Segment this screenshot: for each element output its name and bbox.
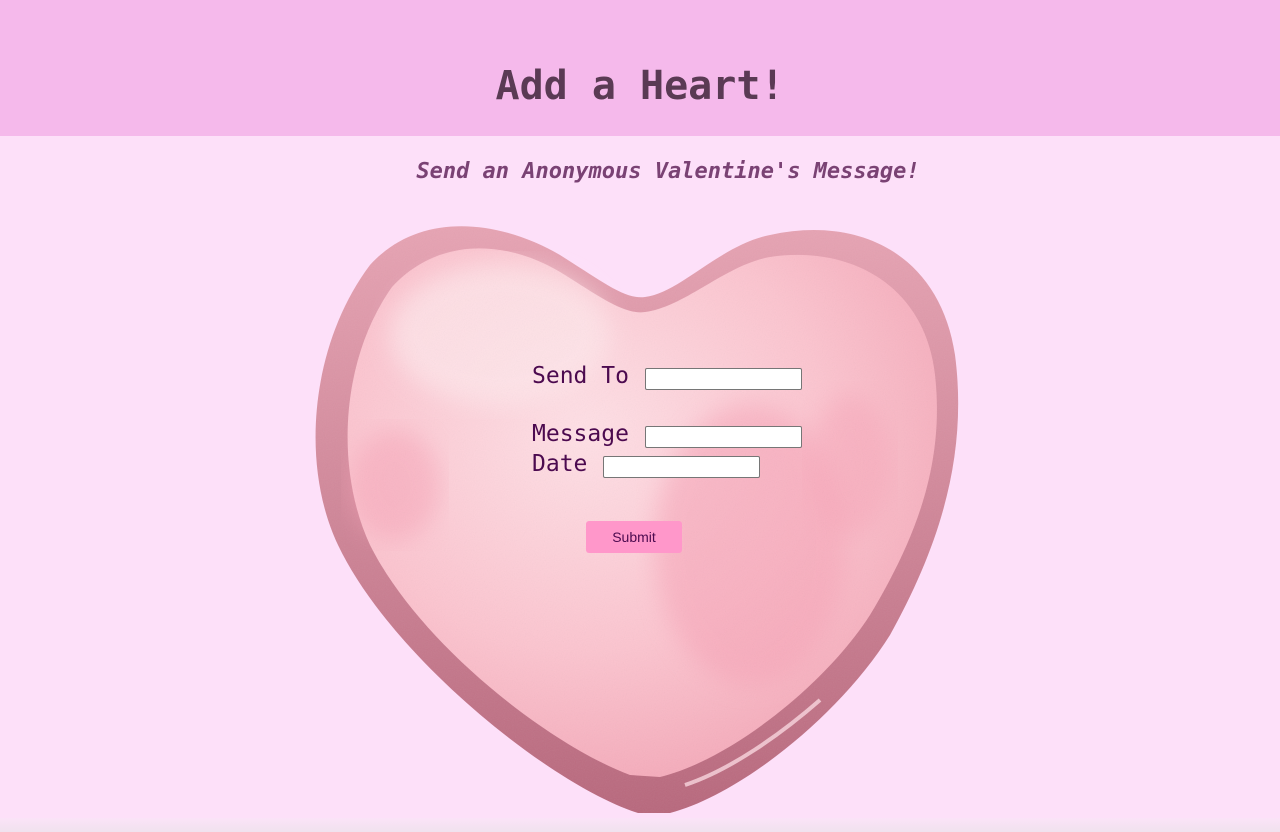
date-label: Date	[532, 451, 588, 477]
page-bottom-edge	[0, 818, 1280, 832]
page-header: Add a Heart!	[0, 0, 1280, 136]
page-subtitle: Send an Anonymous Valentine's Message!	[416, 159, 920, 184]
candy-heart-image	[315, 226, 959, 813]
send-to-label: Send To	[532, 363, 629, 389]
send-to-input[interactable]	[645, 368, 802, 390]
message-label: Message	[532, 421, 629, 447]
message-input[interactable]	[645, 426, 802, 448]
date-input[interactable]	[603, 456, 760, 478]
page-title: Add a Heart!	[495, 63, 785, 109]
submit-button[interactable]: Submit	[586, 521, 682, 553]
